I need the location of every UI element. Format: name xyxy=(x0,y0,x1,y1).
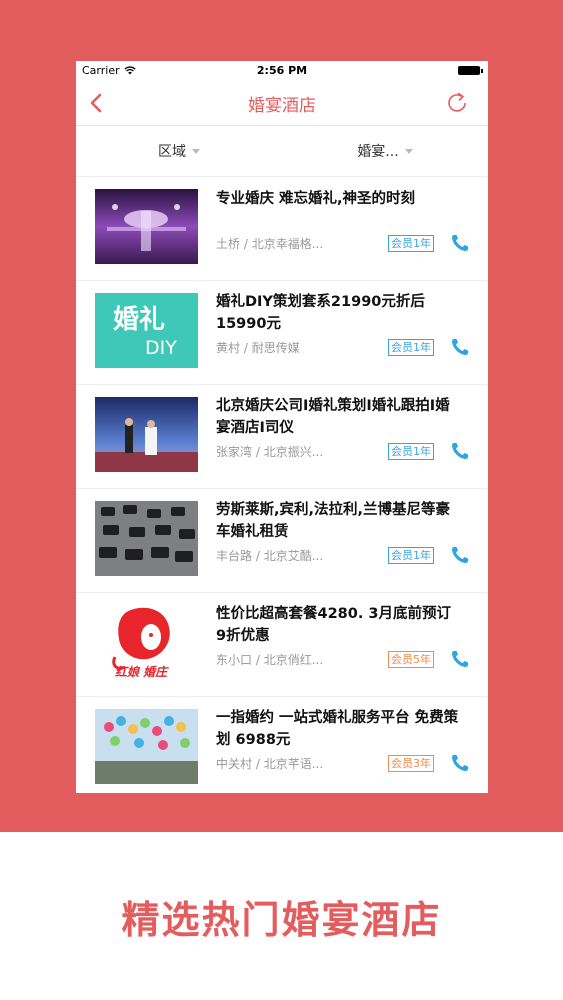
phone-icon[interactable] xyxy=(450,337,470,357)
item-area: 东小口 xyxy=(216,653,253,667)
filter-type[interactable]: 婚宴... xyxy=(282,126,488,176)
listing-list: 专业婚庆 难忘婚礼,神圣的时刻 土桥 / 北京幸福格... 会员1年 婚礼 DI… xyxy=(76,177,488,793)
caret-down-icon xyxy=(192,148,200,154)
item-title: 性价比超高套餐4280. 3月底前预订 9折优惠 xyxy=(216,606,452,644)
membership-badge: 会员1年 xyxy=(388,235,434,252)
membership-badge: 会员3年 xyxy=(388,755,434,772)
membership-badge: 会员1年 xyxy=(388,339,434,356)
item-area: 中关村 xyxy=(216,757,253,771)
list-item[interactable]: 专业婚庆 难忘婚礼,神圣的时刻 土桥 / 北京幸福格... 会员1年 xyxy=(76,177,488,281)
phone-icon[interactable] xyxy=(450,441,470,461)
membership-badge: 会员1年 xyxy=(388,547,434,564)
refresh-icon[interactable] xyxy=(444,90,470,116)
item-title: 婚礼DIY策划套系21990元折后15990元 xyxy=(216,294,425,332)
status-time: 2:56 PM xyxy=(256,64,308,77)
item-thumbnail: 红娘 婚庄 xyxy=(95,605,198,680)
battery-icon xyxy=(458,66,483,75)
item-vendor: 北京芊语... xyxy=(263,757,324,771)
status-bar: Carrier 2:56 PM xyxy=(76,61,488,81)
item-vendor: 北京俏红... xyxy=(263,653,324,667)
item-area: 张家湾 xyxy=(216,445,253,459)
caret-down-icon xyxy=(404,148,413,154)
filter-type-label: 婚宴... xyxy=(357,144,399,160)
item-vendor: 耐思传媒 xyxy=(251,341,300,355)
phone-screen: Carrier 2:56 PM 婚宴酒店 区域 婚宴... 专业婚庆 难忘婚礼,… xyxy=(76,61,488,793)
phone-icon[interactable] xyxy=(450,649,470,669)
luxury-cars-image xyxy=(95,501,198,576)
page-title: 婚宴酒店 xyxy=(248,95,316,116)
item-vendor: 北京幸福格... xyxy=(251,237,324,251)
item-vendor: 北京振兴... xyxy=(263,445,324,459)
list-item[interactable]: 婚礼 DIY 婚礼DIY策划套系21990元折后15990元 黄村 / 耐思传媒… xyxy=(76,281,488,385)
item-thumbnail: 婚礼 DIY xyxy=(95,293,198,368)
item-title: 劳斯莱斯,宾利,法拉利,兰博基尼等豪车婚礼租赁 xyxy=(216,502,451,540)
item-area: 土桥 xyxy=(216,237,241,251)
membership-badge: 会员5年 xyxy=(388,651,434,668)
filter-bar: 区域 婚宴... xyxy=(76,126,488,177)
item-thumbnail xyxy=(95,501,198,576)
item-area: 黄村 xyxy=(216,341,241,355)
filter-area[interactable]: 区域 xyxy=(76,126,282,176)
thumb-logo-text: 红娘 婚庄 xyxy=(115,665,168,679)
item-title: 北京婚庆公司I婚礼策划I婚礼跟拍I婚宴酒店I司仪 xyxy=(216,398,450,436)
item-thumbnail xyxy=(95,189,198,264)
item-thumbnail xyxy=(95,709,198,784)
thumb-text-top: 婚礼 xyxy=(113,305,166,335)
item-vendor: 北京艾酷... xyxy=(263,549,324,563)
membership-badge: 会员1年 xyxy=(388,443,434,460)
wedding-hall-image xyxy=(95,189,198,264)
navigation-bar: 婚宴酒店 xyxy=(76,81,488,126)
list-item[interactable]: 红娘 婚庄 性价比超高套餐4280. 3月底前预订 9折优惠 东小口 / 北京俏… xyxy=(76,593,488,697)
wedding-stage-image xyxy=(95,397,198,472)
phone-icon[interactable] xyxy=(450,545,470,565)
thumb-text-bottom: DIY xyxy=(145,337,177,359)
phone-icon[interactable] xyxy=(450,753,470,773)
list-item[interactable]: 一指婚约 一站式婚礼服务平台 免费策划 6988元 中关村 / 北京芊语... … xyxy=(76,697,488,793)
promo-text: 精选热门婚宴酒店 xyxy=(121,897,442,942)
chevron-left-icon[interactable] xyxy=(86,92,108,114)
filter-area-label: 区域 xyxy=(158,144,186,160)
phone-icon[interactable] xyxy=(450,233,470,253)
list-item[interactable]: 北京婚庆公司I婚礼策划I婚礼跟拍I婚宴酒店I司仪 张家湾 / 北京振兴... 会… xyxy=(76,385,488,489)
list-item[interactable]: 劳斯莱斯,宾利,法拉利,兰博基尼等豪车婚礼租赁 丰台路 / 北京艾酷... 会员… xyxy=(76,489,488,593)
item-title: 专业婚庆 难忘婚礼,神圣的时刻 xyxy=(216,191,416,207)
item-area: 丰台路 xyxy=(216,549,253,563)
item-title: 一指婚约 一站式婚礼服务平台 免费策划 6988元 xyxy=(216,710,459,748)
item-thumbnail xyxy=(95,397,198,472)
balloons-image xyxy=(95,709,198,784)
promo-banner: 精选热门婚宴酒店 xyxy=(0,832,563,1000)
